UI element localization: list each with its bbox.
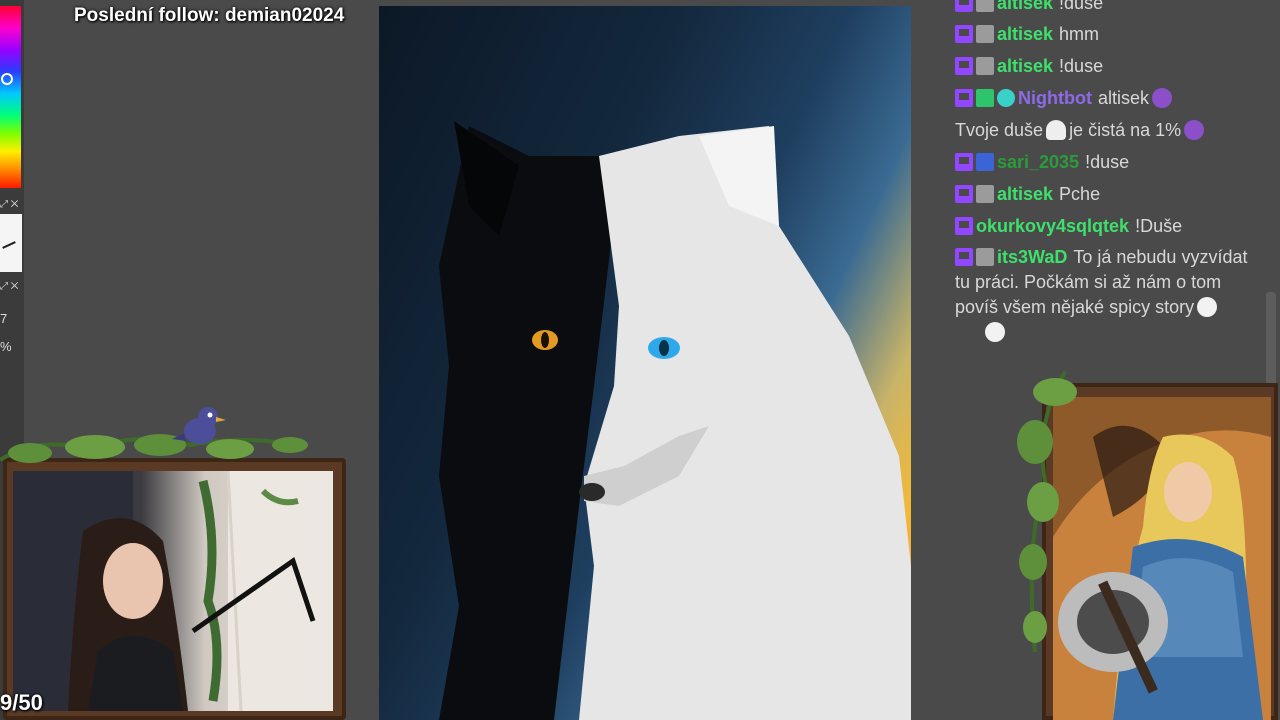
- opacity-value[interactable]: %: [0, 339, 12, 354]
- chat-message: okurkovy4sqlqtek !Duše: [955, 213, 1260, 239]
- user-badge-icon: [976, 57, 994, 75]
- webcam-video: [13, 471, 333, 711]
- chat-username[interactable]: sari_2035: [997, 152, 1079, 172]
- chat-username[interactable]: altisek: [997, 56, 1053, 76]
- panel-controls-1[interactable]: ⤢ ✕: [0, 199, 22, 211]
- character-illustration: [1053, 397, 1271, 720]
- goal-counter: 9/50: [0, 690, 43, 715]
- chat-message: altisek !duse: [955, 0, 1260, 16]
- twitch-badge-icon: [955, 0, 973, 12]
- character-image: [1053, 397, 1271, 720]
- twitch-badge-icon: [955, 89, 973, 107]
- ghost-emote-icon: [1046, 120, 1067, 140]
- user-badge-icon: [976, 248, 994, 266]
- chat-text: !Duše: [1135, 216, 1183, 236]
- streamer-image: [13, 471, 333, 711]
- wizard-emote-icon: [1152, 88, 1172, 108]
- chat-text-continued: je čistá na 1%: [1069, 120, 1182, 140]
- chat-scrollbar[interactable]: [1266, 292, 1276, 387]
- twitch-badge-icon: [955, 248, 973, 266]
- chat-text: !duse: [1059, 0, 1104, 13]
- chat-username[interactable]: altisek: [997, 24, 1053, 44]
- chat-message: sari_2035 !duse: [955, 149, 1260, 175]
- chat-username[interactable]: okurkovy4sqlqtek: [976, 216, 1129, 236]
- chat-message: Nightbot altisek: [955, 85, 1260, 111]
- hue-slider-handle[interactable]: [1, 73, 13, 85]
- chat-text: hmm: [1059, 24, 1100, 44]
- devil-emote-icon: [1184, 120, 1205, 140]
- vine-decoration: [1017, 370, 1077, 653]
- crow-mascot-icon: [172, 407, 226, 444]
- user-badge-icon: [976, 185, 994, 203]
- chat-text: Pche: [1059, 184, 1101, 204]
- chat-text: altisek: [1097, 88, 1149, 108]
- chat-text: !duse: [1085, 152, 1130, 172]
- chat-username[interactable]: its3WaD: [997, 247, 1067, 267]
- chat-panel: altisek !duse altisek hmm altisek !duse Nig…: [955, 0, 1260, 360]
- last-follow-label: Poslední follow: demian02024: [74, 5, 345, 26]
- chat-message: altisek Pche: [955, 181, 1260, 207]
- twitch-badge-icon: [955, 25, 973, 43]
- chat-text: Tvoje duše: [955, 120, 1044, 140]
- user-badge-icon: [976, 153, 994, 171]
- wolf-painting: [439, 121, 911, 720]
- twitch-badge-icon: [955, 217, 973, 235]
- brush-preview[interactable]: [0, 214, 22, 272]
- smile-emote-icon: [985, 322, 1005, 342]
- color-hue-slider[interactable]: [0, 6, 21, 188]
- chat-message: altisek !duse: [955, 53, 1260, 79]
- robot-badge-icon: [997, 89, 1015, 107]
- chat-message: its3WaD To já nebudu vyzvídat tu práci. P…: [955, 245, 1260, 345]
- chat-text: !duse: [1059, 56, 1104, 76]
- twitch-badge-icon: [955, 153, 973, 171]
- chat-message: altisek hmm: [955, 21, 1260, 47]
- twitch-badge-icon: [955, 185, 973, 203]
- chat-username[interactable]: altisek: [997, 0, 1053, 13]
- verified-badge-icon: [976, 89, 994, 107]
- brush-size-value[interactable]: 7: [0, 311, 7, 326]
- chat-username[interactable]: Nightbot: [1018, 88, 1092, 108]
- chat-username[interactable]: altisek: [997, 184, 1053, 204]
- panel-controls-2[interactable]: ⤢ ✕: [0, 281, 22, 293]
- drawing-canvas[interactable]: [379, 6, 911, 720]
- user-badge-icon: [976, 25, 994, 43]
- user-badge-icon: [976, 0, 994, 12]
- twitch-badge-icon: [955, 57, 973, 75]
- smile-emote-icon: [1197, 297, 1218, 317]
- chat-message: Tvoje duše je čistá na 1%: [955, 117, 1260, 143]
